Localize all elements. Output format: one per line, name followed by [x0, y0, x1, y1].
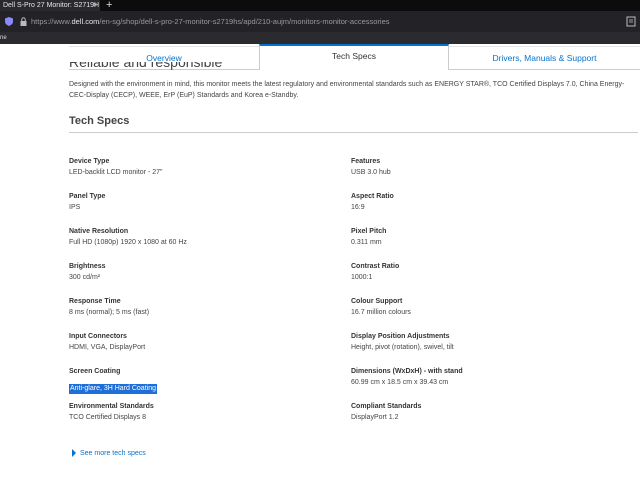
spec-environmental-standards: Environmental Standards TCO Certified Di…	[69, 402, 329, 423]
spec-value: 16:9	[351, 204, 365, 211]
shield-icon[interactable]	[5, 17, 13, 26]
spec-label: Brightness	[69, 263, 106, 270]
browser-tab[interactable]: Dell S-Pro 27 Monitor: S2719H	[0, 0, 100, 11]
spec-label: Input Connectors	[69, 333, 127, 340]
spec-dimensions: Dimensions (WxDxH) - with stand 60.99 cm…	[351, 367, 611, 388]
spec-value: Height, pivot (rotation), swivel, tilt	[351, 344, 454, 351]
url-text[interactable]: https://www.dell.com/en-sg/shop/dell-s-p…	[31, 11, 390, 32]
spec-brightness: Brightness 300 cd/m²	[69, 262, 329, 283]
spec-value: USB 3.0 hub	[351, 169, 391, 176]
url-path: /en-sg/shop/dell-s-pro-27-monitor-s2719h…	[99, 17, 390, 26]
environment-description: Designed with the environment in mind, t…	[69, 81, 625, 99]
spec-device-type: Device Type LED-backlit LCD monitor - 27…	[69, 157, 329, 178]
spec-colour-support: Colour Support 16.7 million colours	[351, 297, 611, 318]
spec-panel-type: Panel Type IPS	[69, 192, 329, 213]
reader-view-icon[interactable]	[626, 16, 636, 27]
address-bar[interactable]: https://www.dell.com/en-sg/shop/dell-s-p…	[0, 11, 640, 32]
spec-label: Display Position Adjustments	[351, 333, 450, 340]
tech-specs-title: Tech Specs	[69, 115, 130, 127]
spec-pixel-pitch: Pixel Pitch 0.311 mm	[351, 227, 611, 248]
bookmark-item[interactable]: ne	[0, 32, 7, 44]
spec-label: Colour Support	[351, 298, 403, 305]
spec-compliant-standards: Compliant Standards DisplayPort 1.2	[351, 402, 611, 423]
tab-tech-specs[interactable]: Tech Specs	[259, 44, 449, 70]
spec-response-time: Response Time 8 ms (normal); 5 ms (fast)	[69, 297, 329, 318]
spec-label: Dimensions (WxDxH) - with stand	[351, 368, 463, 375]
spec-label: Contrast Ratio	[351, 263, 400, 270]
spec-value: LED-backlit LCD monitor - 27"	[69, 169, 163, 176]
spec-features: Features USB 3.0 hub	[351, 157, 611, 178]
url-host: dell.com	[71, 17, 100, 26]
spec-value: DisplayPort 1.2	[351, 414, 399, 421]
spec-label: Response Time	[69, 298, 121, 305]
spec-label: Features	[351, 158, 381, 165]
spec-value: TCO Certified Displays 8	[69, 414, 147, 421]
spec-label: Screen Coating	[69, 368, 121, 375]
spec-value: HDMI, VGA, DisplayPort	[69, 344, 146, 351]
new-tab-button[interactable]: +	[106, 0, 112, 11]
spec-label: Pixel Pitch	[351, 228, 387, 235]
spec-input-connectors: Input Connectors HDMI, VGA, DisplayPort	[69, 332, 329, 353]
spec-label: Environmental Standards	[69, 403, 154, 410]
spec-value: 0.311 mm	[351, 239, 382, 246]
spec-label: Native Resolution	[69, 228, 129, 235]
spec-value: 300 cd/m²	[69, 274, 101, 281]
tab-drivers-manuals-support[interactable]: Drivers, Manuals & Support	[449, 46, 640, 70]
spec-label: Aspect Ratio	[351, 193, 394, 200]
spec-value: IPS	[69, 204, 81, 211]
spec-screen-coating: Screen Coating Anti-glare, 3H Hard Coati…	[69, 367, 329, 395]
spec-value: Full HD (1080p) 1920 x 1080 at 60 Hz	[69, 239, 187, 246]
spec-label: Panel Type	[69, 193, 106, 200]
spec-value: 8 ms (normal); 5 ms (fast)	[69, 309, 150, 316]
spec-value: 1000:1	[351, 274, 373, 281]
caret-right-icon	[72, 448, 76, 457]
spec-value: 16.7 million colours	[351, 309, 411, 316]
spec-value: 60.99 cm x 18.5 cm x 39.43 cm	[351, 379, 449, 386]
lock-icon[interactable]	[20, 17, 27, 26]
spec-aspect-ratio: Aspect Ratio 16:9	[351, 192, 611, 213]
url-prefix: https://www.	[31, 17, 72, 26]
spec-value-selected: Anti-glare, 3H Hard Coating	[69, 384, 157, 394]
divider	[69, 132, 638, 133]
see-more-tech-specs-link[interactable]: See more tech specs	[72, 448, 146, 459]
close-tab-icon[interactable]: ×	[93, 0, 97, 11]
browser-tab-strip: Dell S-Pro 27 Monitor: S2719H × +	[0, 0, 640, 11]
see-more-label: See more tech specs	[80, 450, 146, 457]
spec-contrast-ratio: Contrast Ratio 1000:1	[351, 262, 611, 283]
spec-label: Device Type	[69, 158, 110, 165]
spec-native-resolution: Native Resolution Full HD (1080p) 1920 x…	[69, 227, 329, 248]
spec-label: Compliant Standards	[351, 403, 422, 410]
bookmarks-bar: ne	[0, 32, 640, 44]
spec-display-position-adjustments: Display Position Adjustments Height, piv…	[351, 332, 611, 353]
browser-tab-title: Dell S-Pro 27 Monitor: S2719H	[3, 2, 100, 9]
